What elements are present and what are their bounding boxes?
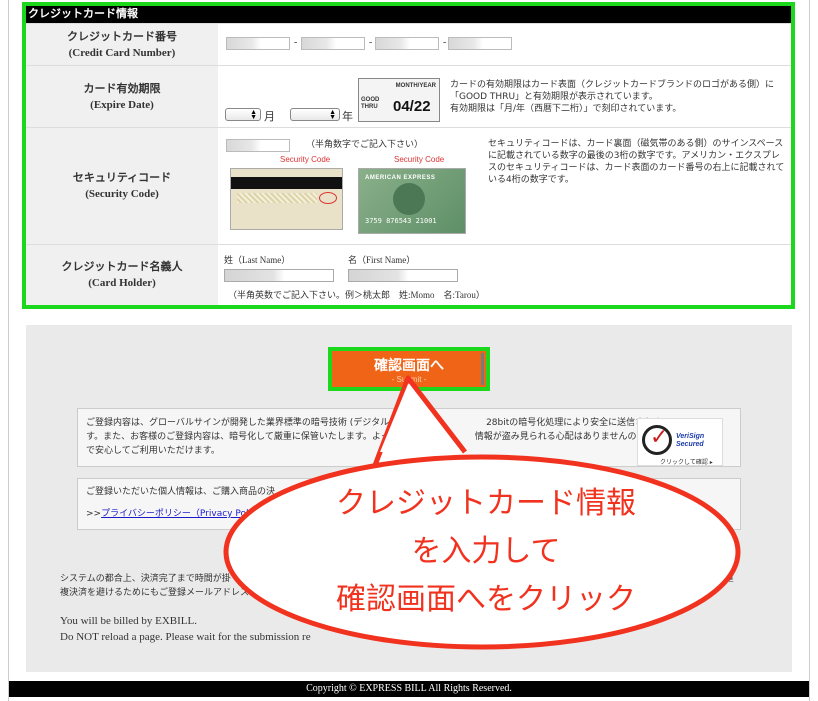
security-code-fields: （半角数字でご記入下さい） Security Code Security Cod… — [220, 128, 791, 244]
security-code-hint: （半角数字でご記入下さい） — [306, 140, 424, 150]
security-code-label: セキュリティコード (Security Code) — [26, 128, 218, 244]
card-holder-fields: 姓（Last Name） 名（First Name） （半角英数でご記入下さい。… — [220, 245, 791, 305]
security-code-row: セキュリティコード (Security Code) （半角数字でご記入下さい） … — [26, 127, 791, 244]
good-thru-label: GOOD THRU — [361, 97, 380, 110]
card-number-input-2[interactable] — [301, 37, 365, 50]
security-code-tag-front: Security Code — [394, 155, 445, 164]
card-number-fields: - - - — [220, 24, 791, 65]
verisign-brand: VeriSign Secured — [676, 433, 705, 448]
first-name-input[interactable] — [348, 269, 458, 282]
submit-button[interactable]: 確認画面へ - Submit - — [328, 347, 490, 391]
year-unit: 年 — [342, 111, 353, 123]
month-unit: 月 — [264, 111, 275, 123]
security-code-input[interactable] — [226, 139, 290, 152]
billing-notice: You will be billed by EXBILL. — [60, 615, 197, 627]
verisign-seal[interactable]: ✓ VeriSign Secured クリックして確認 ▸ — [637, 418, 723, 466]
expiry-sample-image: MONTH/YEAR GOOD THRU 04/22 — [358, 78, 440, 122]
last-name-input[interactable] — [224, 269, 334, 282]
separator: - — [443, 37, 447, 48]
credit-card-section: クレジットカード情報 クレジットカード番号 (Credit Card Numbe… — [22, 2, 795, 309]
cvv-highlight — [319, 192, 337, 204]
card-number-row: クレジットカード番号 (Credit Card Number) - - - — [26, 23, 791, 65]
expiry-note: カードの有効期限はカード表面（クレジットカードブランドのロゴがある側）に 「GO… — [450, 80, 775, 114]
checkmark-icon: ✓ — [642, 425, 672, 455]
amex-card-sample: AMERICAN EXPRESS 3759 876543 21001 — [358, 168, 466, 234]
copyright-footer: Copyright © EXPRESS BILL All Rights Rese… — [9, 681, 809, 697]
first-name-label: 名（First Name） — [348, 255, 416, 265]
callout-text: クレジットカード情報 を入力して 確認画面へをクリック — [336, 486, 636, 617]
reload-warning: Do NOT reload a page. Please wait for th… — [60, 631, 311, 643]
privacy-policy-link[interactable]: プライバシーポリシー（Privacy Poli — [101, 509, 251, 519]
expire-date-row: カード有効期限 (Expire Date) ▲ ▼ 月 ▲ ▼ 年 MONTH/YE… — [26, 65, 791, 127]
year-select[interactable]: ▲ ▼ — [290, 108, 340, 121]
security-notice: ご登録内容は、グローバルサインが開発した業界標準の暗号技術 (デジタルID) を… — [86, 418, 663, 456]
separator: - — [294, 37, 298, 48]
card-holder-label: クレジットカード名義人 (Card Holder) — [26, 245, 218, 305]
card-holder-hint: （半角英数でご記入下さい。例＞桃太郎 姓:Momo 名:Tarou） — [228, 290, 485, 300]
card-number-label: クレジットカード番号 (Credit Card Number) — [26, 24, 218, 65]
month-select[interactable]: ▲ ▼ — [225, 108, 261, 121]
card-back-sample — [230, 168, 343, 230]
separator: - — [369, 37, 373, 48]
expire-date-fields: ▲ ▼ 月 ▲ ▼ 年 MONTH/YEAR GOOD THRU 04/22 カードの… — [220, 66, 791, 127]
verisign-caption: クリックして確認 ▸ — [660, 459, 713, 466]
card-number-input-4[interactable] — [448, 37, 512, 50]
security-code-note: セキュリティコードは、カード裏面（磁気帯のある側）のサインスペースに記載されてい… — [488, 139, 785, 185]
last-name-label: 姓（Last Name） — [224, 255, 291, 265]
card-holder-row: クレジットカード名義人 (Card Holder) 姓（Last Name） 名… — [26, 244, 791, 305]
card-number-input-1[interactable] — [226, 37, 290, 50]
security-code-tag-back: Security Code — [280, 155, 331, 164]
section-title: クレジットカード情報 — [26, 6, 791, 23]
card-number-input-3[interactable] — [375, 37, 439, 50]
expire-date-label: カード有効期限 (Expire Date) — [26, 66, 218, 127]
